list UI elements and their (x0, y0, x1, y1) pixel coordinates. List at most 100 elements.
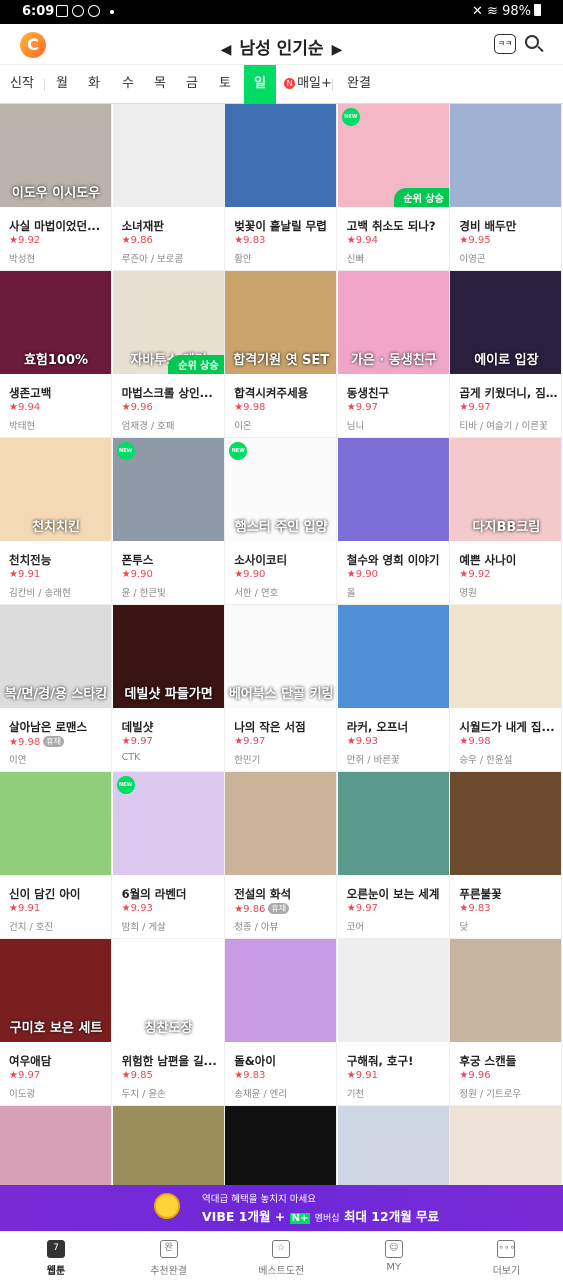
webtoon-card[interactable]: 돌&아이 ★9.83 송채윤 / 엔리 (225, 939, 338, 1106)
webtoon-card[interactable]: 신이 담긴 아이 ★9.91 건치 / 호진 (0, 772, 112, 939)
star-icon: ★ (459, 903, 469, 914)
tab-9[interactable]: 완결 (340, 65, 378, 104)
webtoon-thumbnail[interactable]: 천치치킨 (0, 438, 111, 541)
webtoon-card[interactable]: NEW 순위 상승 고백 취소도 되나? ★9.94 신빠 (337, 104, 450, 271)
rating-value: 9.83 (468, 903, 491, 914)
webtoon-thumbnail[interactable]: 칭찬도장 (112, 939, 224, 1042)
webtoon-thumbnail[interactable] (0, 772, 111, 875)
webtoon-thumbnail[interactable] (450, 605, 562, 708)
tab-8[interactable]: N 매일+ (280, 65, 336, 104)
webtoon-card[interactable]: 자바투스 멘리순위 상승마법스크롤 상인... ★9.96 엄재경 / 호패 (112, 271, 225, 438)
webtoon-card[interactable]: 전설의 화석 ★9.86 휴재 청종 / 아뷰 (225, 772, 338, 939)
star-icon: ★ (346, 903, 356, 914)
webtoon-rating: ★9.98 (459, 736, 490, 747)
webtoon-card[interactable]: 구미호 보은 세트 여우애담 ★9.97 이도광 (0, 939, 112, 1106)
webtoon-card[interactable]: 후궁 스캔들 ★9.96 정원 / 기트로우 (450, 939, 563, 1106)
nav-4[interactable]: ∘∘∘ 더보기 (450, 1232, 562, 1281)
webtoon-rating: ★9.83 (234, 235, 265, 246)
webtoon-card[interactable]: 경비 배두만 ★9.95 이영곤 (450, 104, 563, 271)
webtoon-thumbnail[interactable]: 가은 · 동생친구 (337, 271, 449, 374)
webtoon-card[interactable]: 구해줘, 호구! ★9.91 기천 (337, 939, 450, 1106)
webtoon-thumbnail[interactable] (225, 772, 337, 875)
nav-2[interactable]: ☆ 베스트도전 (225, 1232, 337, 1281)
webtoon-thumbnail[interactable] (112, 104, 224, 207)
nav-3[interactable]: ☺ MY (338, 1232, 450, 1281)
star-icon: ★ (459, 235, 469, 246)
star-icon: ★ (121, 903, 131, 914)
tab-6[interactable]: 토 (210, 65, 240, 104)
webtoon-rating: ★9.96 (122, 402, 153, 413)
webtoon-card[interactable]: 천치치킨 천치전능 ★9.91 김칸비 / 송래현 (0, 438, 112, 605)
webtoon-card[interactable]: 가은 · 동생친구 동생친구 ★9.97 님니 (337, 271, 450, 438)
tab-1[interactable]: 월 (48, 65, 76, 104)
webtoon-thumbnail[interactable]: 효험100% (0, 271, 111, 374)
naver-plus-icon: N+ (289, 1213, 311, 1224)
nav-1[interactable]: 완 추천완결 (113, 1232, 225, 1281)
webtoon-thumbnail[interactable] (450, 939, 562, 1042)
webtoon-thumbnail[interactable]: 합격기원 엿 SET (225, 271, 337, 374)
webtoon-author: 이온 (234, 421, 252, 432)
webtoon-thumbnail[interactable] (450, 772, 562, 875)
prev-sort-icon[interactable]: ◀ (221, 42, 232, 58)
nav-0[interactable]: 7 웹툰 (0, 1232, 112, 1281)
webtoon-card[interactable]: 다지BB크림 예쁜 사나이 ★9.92 명원 (450, 438, 563, 605)
webtoon-card[interactable]: 소녀재판 ★9.86 루즌아 / 보로콤 (112, 104, 225, 271)
promo-banner[interactable]: 역대급 혜택을 놓치지 마세요 VIBE 1개월 + N+ 멤버십 최대 12개… (0, 1185, 563, 1231)
tab-3[interactable]: 수 (114, 65, 142, 104)
webtoon-card[interactable]: NEW 폰투스 ★9.90 윤 / 한큰빛 (112, 438, 225, 605)
webtoon-card[interactable]: 철수와 영희 이야기 ★9.90 올 (337, 438, 450, 605)
webtoon-thumbnail[interactable] (225, 104, 337, 207)
webtoon-card[interactable]: 복/면/경/용 스타킹 살아남은 로맨스 ★9.98 휴재 이연 (0, 605, 112, 772)
webtoon-thumbnail[interactable]: 자바투스 멘리순위 상승 (112, 271, 224, 374)
webtoon-thumbnail[interactable] (337, 939, 449, 1042)
webtoon-card[interactable]: 라커, 오프너 ★9.93 만쥐 / 바른꽃 (337, 605, 450, 772)
webtoon-card[interactable]: 칭찬도장 위험한 남편을 길... ★9.85 두지 / 윤손 (112, 939, 225, 1106)
webtoon-card[interactable]: 오른눈이 보는 세계 ★9.97 코어 (337, 772, 450, 939)
webtoon-card[interactable]: 푸른불꽃 ★9.83 닺 (450, 772, 563, 939)
webtoon-thumbnail[interactable]: 햄스터 주인 입양 NEW (225, 438, 337, 541)
search-icon[interactable] (523, 32, 547, 56)
webtoon-card[interactable]: 데빌샷 파들가면 데빌샷 ★9.97 CTK (112, 605, 225, 772)
rating-value: 9.98 (243, 402, 266, 413)
next-sort-icon[interactable]: ▶ (332, 42, 343, 58)
webtoon-thumbnail[interactable]: NEW (112, 438, 224, 541)
chat-icon[interactable]: ㅋㅋ (494, 34, 516, 54)
webtoon-rating: ★9.97 (122, 736, 153, 747)
rating-value: 9.85 (130, 1070, 153, 1081)
webtoon-thumbnail[interactable]: 구미호 보은 세트 (0, 939, 111, 1042)
webtoon-card[interactable]: NEW 6월의 라벤더 ★9.93 밤희 / 게살 (112, 772, 225, 939)
webtoon-card[interactable]: 에이로 입장 곱게 키웠더니, 짐... ★9.97 티바 / 여슬기 / 이른꽃 (450, 271, 563, 438)
webtoon-card[interactable]: 효험100% 생존고백 ★9.94 박태현 (0, 271, 112, 438)
webtoon-thumbnail[interactable] (337, 438, 449, 541)
webtoon-thumbnail[interactable]: 데빌샷 파들가면 (112, 605, 224, 708)
webtoon-thumbnail[interactable]: 다지BB크림 (450, 438, 562, 541)
webtoon-thumbnail[interactable]: 복/면/경/용 스타킹 (0, 605, 111, 708)
webtoon-card[interactable]: 햄스터 주인 입양 NEW 소사이코티 ★9.90 서한 / 연호 (225, 438, 338, 605)
webtoon-card[interactable]: 베어북스 단골 키링 나의 작은 서점 ★9.97 한민기 (225, 605, 338, 772)
webtoon-thumbnail[interactable]: NEW (112, 772, 224, 875)
webtoon-card[interactable]: 벚꽃이 흩날릴 무렵 ★9.83 황얀 (225, 104, 338, 271)
webtoon-thumbnail[interactable] (450, 104, 562, 207)
webtoon-thumbnail[interactable]: NEW 순위 상승 (337, 104, 449, 207)
tab-4[interactable]: 목 (144, 65, 176, 104)
webtoon-rating: ★9.93 (122, 903, 153, 914)
tab-0[interactable]: 신작 (2, 65, 42, 104)
webtoon-rating: ★9.91 (9, 903, 40, 914)
tab-2[interactable]: 화 (78, 65, 110, 104)
webtoon-title: 오른눈이 보는 세계 (346, 887, 440, 901)
webtoon-thumbnail[interactable]: 베어북스 단골 키링 (225, 605, 337, 708)
tab-7[interactable]: 일 (244, 65, 276, 104)
webtoon-thumbnail[interactable] (225, 939, 337, 1042)
star-icon: ★ (9, 903, 18, 914)
webtoon-thumbnail[interactable] (337, 772, 449, 875)
tab-label: 수 (122, 76, 134, 91)
tab-5[interactable]: 금 (176, 65, 208, 104)
webtoon-title: 합격시켜주세용 (234, 386, 309, 400)
webtoon-thumbnail[interactable] (337, 605, 449, 708)
webtoon-card[interactable]: 시월드가 내게 집... ★9.98 승우 / 한윤설 (450, 605, 563, 772)
webtoon-thumbnail[interactable]: 에이로 입장 (450, 271, 562, 374)
webtoon-card[interactable]: 이도우 이시도우 사실 마법이었던... ★9.92 박성현 (0, 104, 112, 271)
webtoon-card[interactable]: 합격기원 엿 SET 합격시켜주세용 ★9.98 이온 (225, 271, 338, 438)
webtoon-thumbnail[interactable]: 이도우 이시도우 (0, 104, 111, 207)
webtoon-author: 서한 / 연호 (234, 588, 279, 599)
